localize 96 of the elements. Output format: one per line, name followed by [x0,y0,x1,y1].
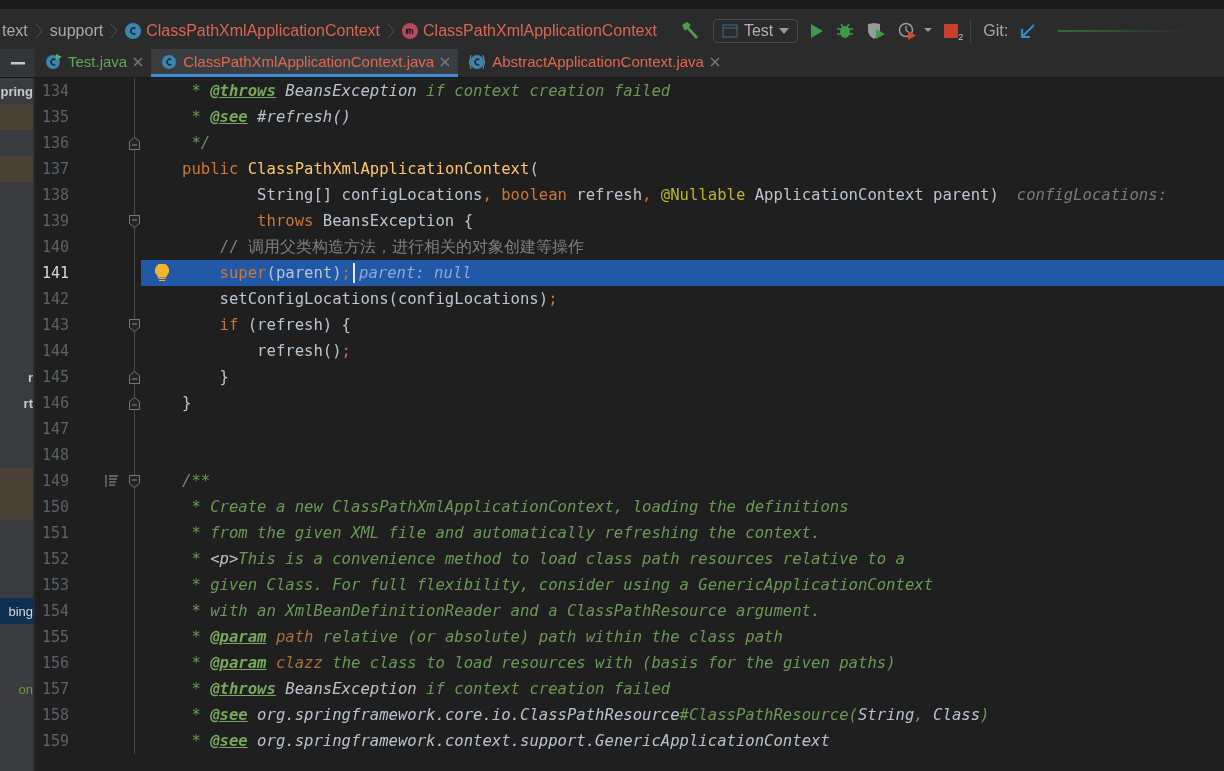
window-icon [721,24,738,38]
minimize-icon[interactable] [10,61,25,65]
line-number: 156 [40,654,70,672]
tree-item[interactable]: r [0,364,33,390]
line-number: 148 [40,446,70,464]
line-number: 142 [40,290,70,308]
code-line: if (refresh) { [218,316,351,334]
code-line: * @see org.springframework.core.io.ClassPathResource#ClassPathResource(String, Class) [190,706,990,724]
run-icon[interactable] [810,23,825,39]
line-number: 153 [40,576,70,594]
code-line: * <p>This is a convenience method to load class path resources relative to a [190,550,905,568]
abstract-class-icon [468,53,487,70]
inlay-hint: configLocations: [1016,186,1168,204]
close-icon[interactable] [709,56,720,67]
close-icon[interactable] [133,56,144,67]
git-label: Git: [983,22,1009,40]
code-line: * @throws BeansException if context creation failed [190,82,671,100]
line-number: 138 [40,186,70,204]
update-arrow-icon[interactable] [1020,23,1037,39]
code-line: String[] configLocations, boolean refresh, @Nullable ApplicationContext parent) [256,186,999,204]
code-line: * @see #refresh() [190,108,351,126]
tree-item[interactable]: rt [0,390,33,416]
line-number: 152 [40,550,70,568]
class-icon [161,53,178,70]
code-line: * @see org.springframework.context.support.GenericApplicationContext [190,732,830,750]
code-line: public ClassPathXmlApplicationContext( [182,160,539,178]
fold-icon[interactable] [128,214,140,228]
line-number: 143 [40,316,70,334]
code-line: */ [190,134,211,152]
text-cursor [353,263,355,283]
line-number: 146 [40,394,70,412]
line-number: 140 [40,238,70,256]
tree-item[interactable]: on [0,676,33,702]
line-number: 139 [40,212,70,230]
code-line: * Create a new ClassPathXmlApplicationContext, loading the definitions [190,498,849,516]
line-number: 135 [40,108,70,126]
fold-icon[interactable] [128,318,140,332]
process-count: 2 [958,32,964,42]
line-number: 154 [40,602,70,620]
code-line: * given Class. For full flexibility, consider using a GenericApplicationContext [190,576,934,594]
lightbulb-icon[interactable] [154,264,169,282]
breadcrumb[interactable]: ClassPathXmlApplicationContext [146,22,381,40]
line-number: 136 [40,134,70,152]
profiler-icon[interactable] [898,22,933,40]
line-number: 158 [40,706,70,724]
run-configuration-dropdown[interactable]: Test [712,19,799,43]
chevron-icon [34,23,43,39]
code-line: * with an XmlBeanDefinitionReader and a ClassPathResource argument. [190,602,821,620]
code-line: setConfigLocations(configLocations); [218,290,558,308]
line-number: 155 [40,628,70,646]
line-number: 151 [40,524,70,542]
coverage-icon[interactable] [866,22,887,40]
line-number: 134 [40,82,70,100]
code-line: * @param path relative (or absolute) path within the class path [190,628,783,646]
code-line: } [218,368,229,386]
code-line: // 调用父类构造方法，进行相关的对象创建等操作 [218,236,584,258]
code-line: * from the given XML file and automatically refreshing the context. [190,524,821,542]
breadcrumb[interactable]: ClassPathXmlApplicationContext [423,22,657,40]
code-line: } [182,394,192,412]
editor-tab[interactable]: AbstractApplicationContext.java [458,49,728,77]
code-line: refresh(); [256,342,351,360]
line-number: 144 [40,342,70,360]
list-icon[interactable] [105,475,119,487]
line-number: 141 [40,264,70,282]
class-icon [125,23,142,39]
chevron-icon [110,23,119,39]
tree-item[interactable]: pring [0,78,33,104]
line-number: 150 [40,498,70,516]
line-number: 147 [40,420,70,438]
stop-icon[interactable] [944,24,959,38]
caret-icon [779,28,790,34]
code-line: super(parent); [218,264,351,282]
line-number: 149 [40,472,70,490]
breadcrumb[interactable]: text [2,22,28,40]
editor-tab[interactable]: ClassPathXmlApplicationContext.java [151,49,459,77]
code-line: /** [182,472,211,490]
line-number: 137 [40,160,70,178]
chevron-icon [387,23,396,39]
code-line: throws BeansException { [256,212,474,230]
fold-icon[interactable] [128,136,140,150]
close-icon[interactable] [440,56,451,67]
line-number: 145 [40,368,70,386]
test-class-icon [45,53,62,70]
code-line: * @param clazz the class to load resources with (basis for the given paths) [190,654,896,672]
code-line: * @throws BeansException if context creation failed [190,680,671,698]
breadcrumb[interactable]: support [49,22,104,40]
debug-icon[interactable] [836,22,855,40]
inlay-hint: parent: null [359,264,472,282]
fold-icon[interactable] [128,474,140,488]
tree-item[interactable]: bing [0,598,33,624]
line-number: 157 [40,680,70,698]
method-icon [402,23,419,39]
fold-icon[interactable] [128,396,140,410]
editor-tab[interactable]: Test.java [35,49,152,77]
line-number: 159 [40,732,70,750]
fold-icon[interactable] [128,370,140,384]
